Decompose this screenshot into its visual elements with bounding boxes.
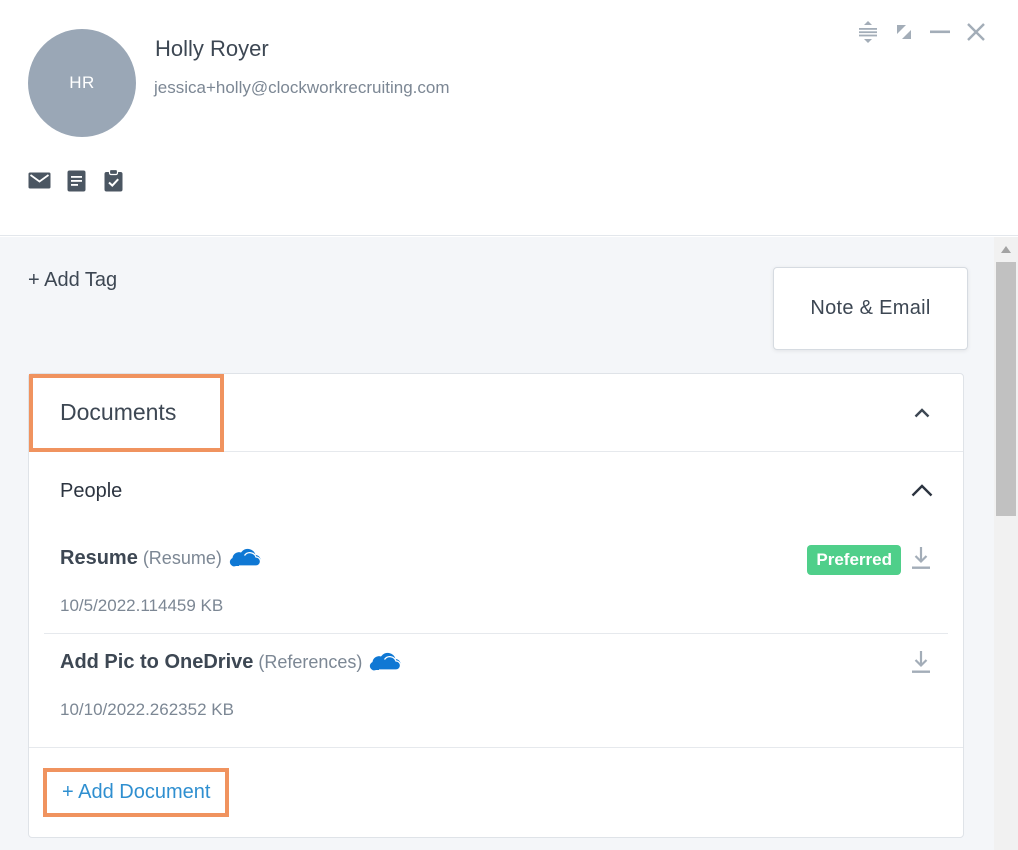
people-section-header[interactable]: People [29,452,963,530]
preferred-badge: Preferred [807,545,901,575]
document-name[interactable]: Add Pic to OneDrive (References) [60,651,402,677]
documents-card: Documents People Resume (Resume) Preferre… [28,373,964,838]
document-name-text[interactable]: Resume [60,547,138,569]
onedrive-cloud-icon [368,651,402,677]
minimize-icon[interactable] [928,20,952,44]
onedrive-cloud-icon [228,547,261,573]
add-document-row: + Add Document [29,747,963,837]
chevron-up-icon[interactable] [911,479,933,501]
document-type: (Resume) [142,548,222,568]
avatar-initials: HR [69,73,95,92]
window-controls [856,20,988,44]
chevron-up-icon[interactable] [911,402,933,424]
quick-actions [28,169,125,192]
document-item[interactable]: Add Pic to OneDrive (References) 10/10/20… [44,634,948,746]
expand-vertical-icon[interactable] [856,20,880,44]
email-icon[interactable] [28,169,51,192]
avatar: HR [28,29,136,137]
scroll-up-arrow-icon[interactable] [1001,246,1011,253]
vertical-scrollbar[interactable] [994,237,1018,850]
add-document-button[interactable]: + Add Document [43,768,230,817]
document-name-text[interactable]: Add Pic to OneDrive [60,651,253,673]
document-item[interactable]: Resume (Resume) Preferred 10/5/2022.11445… [44,530,948,634]
download-icon[interactable] [910,649,932,675]
note-email-button[interactable]: Note & Email [773,267,968,350]
download-icon[interactable] [910,545,932,571]
restore-icon[interactable] [892,20,916,44]
documents-title: Documents [60,399,177,425]
person-email[interactable]: jessica+holly@clockworkrecruiting.com [154,78,450,98]
scrollbar-thumb[interactable] [996,262,1016,516]
people-section-label: People [60,480,123,502]
document-meta: 10/5/2022.114459 KB [60,596,224,615]
document-icon[interactable] [65,169,88,192]
add-tag-button[interactable]: + Add Tag [28,269,117,292]
detail-panel: + Add Tag Note & Email Documents People … [0,237,994,850]
contact-header: HR Holly Royer jessica+holly@clockworkre… [0,0,1018,236]
close-icon[interactable] [964,20,988,44]
document-meta: 10/10/2022.262352 KB [60,700,234,719]
document-name[interactable]: Resume (Resume) [60,547,261,573]
document-type: (References) [258,652,363,672]
person-name: Holly Royer [155,36,269,61]
documents-header[interactable]: Documents [29,374,963,452]
clipboard-check-icon[interactable] [102,169,125,192]
